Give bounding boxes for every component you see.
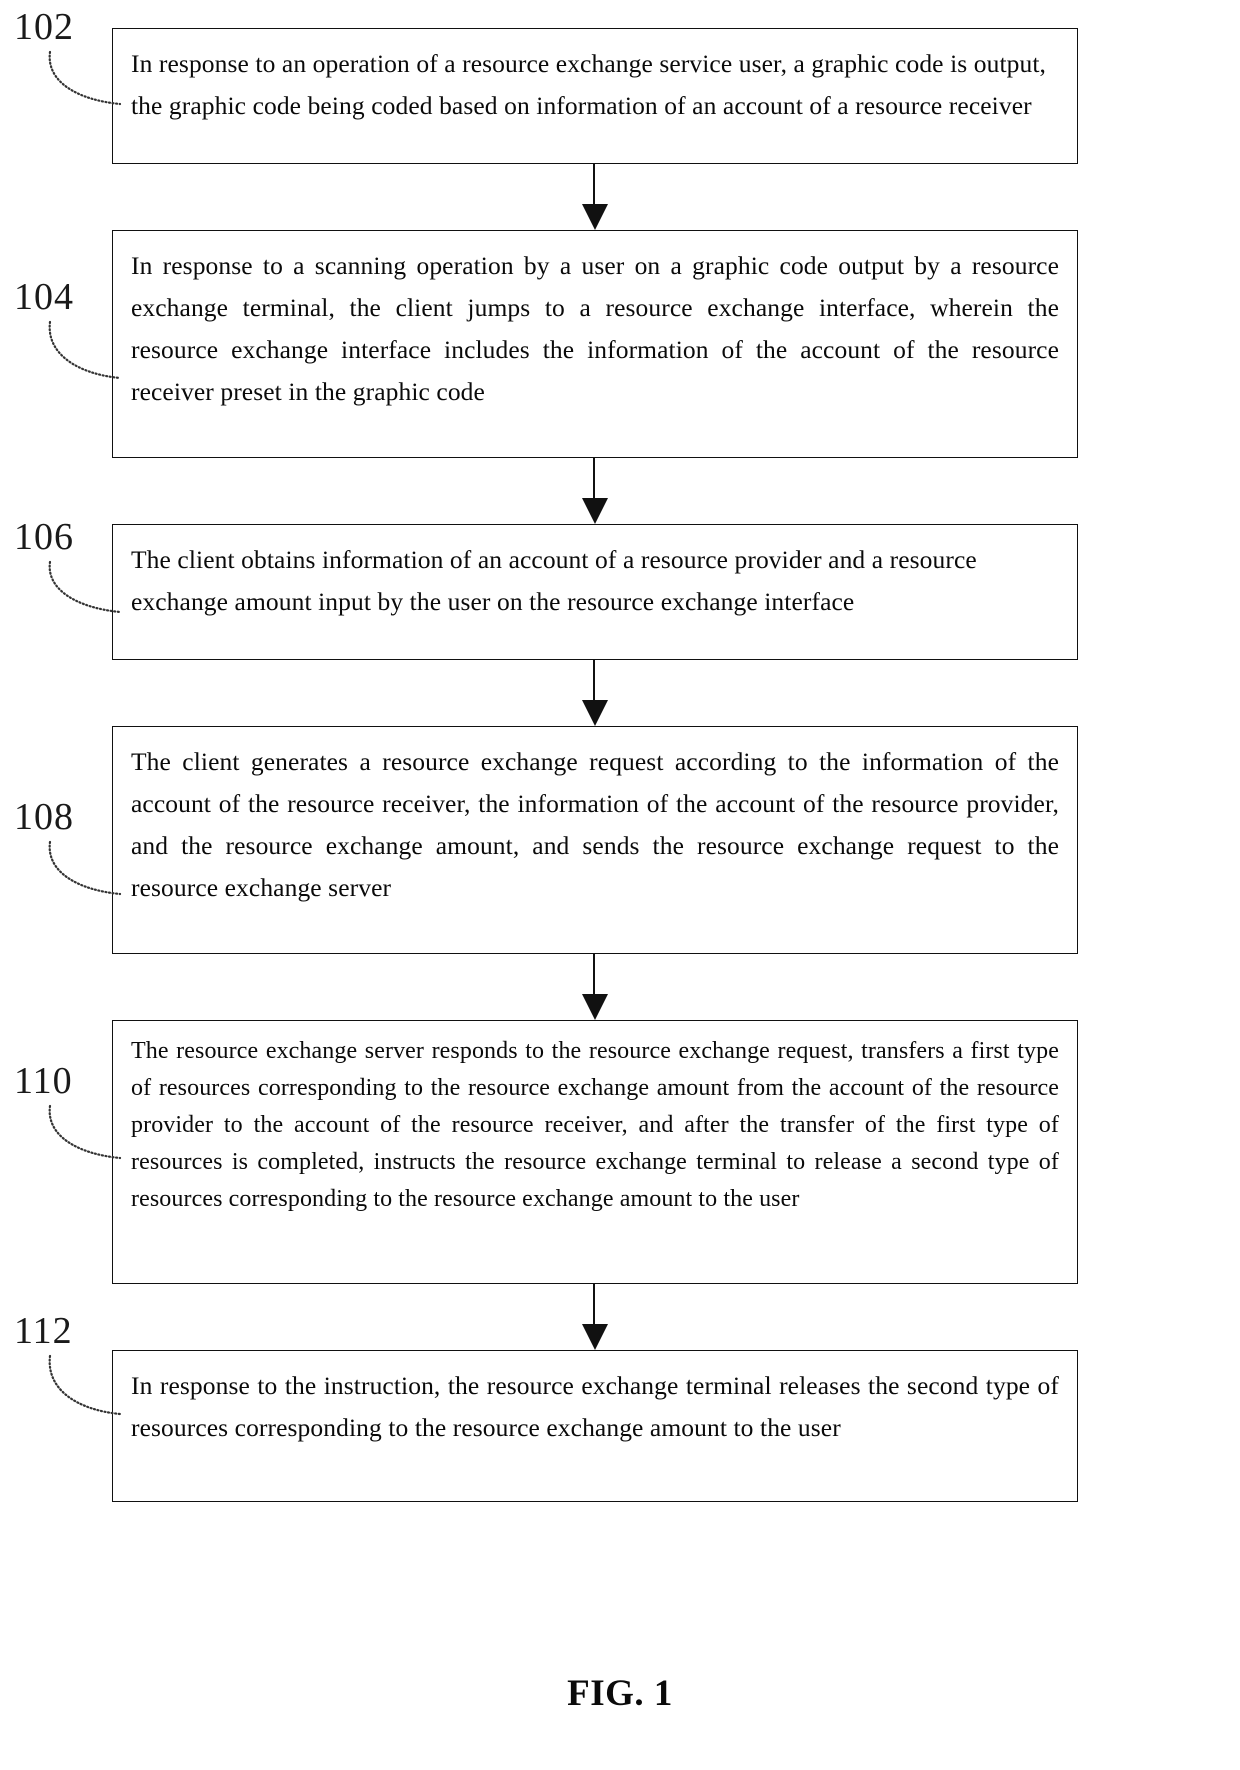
- flow-step-106: The client obtains information of an acc…: [112, 524, 1078, 660]
- flow-step-110: The resource exchange server responds to…: [112, 1020, 1078, 1284]
- connector-shaft: [593, 164, 595, 208]
- reference-numeral-112: 112: [14, 1310, 73, 1352]
- reference-numeral-106: 106: [14, 516, 74, 558]
- down-arrow-icon: [582, 700, 608, 726]
- flow-step-102-text: In response to an operation of a resourc…: [131, 49, 1046, 120]
- leader-line-102: [48, 50, 122, 106]
- connector-108-to-110: [112, 954, 1078, 1020]
- leader-line-110: [48, 1104, 122, 1160]
- connector-110-to-112: [112, 1284, 1078, 1350]
- connector-shaft: [593, 1284, 595, 1328]
- flow-step-112: In response to the instruction, the reso…: [112, 1350, 1078, 1502]
- connector-104-to-106: [112, 458, 1078, 524]
- flow-step-102: In response to an operation of a resourc…: [112, 28, 1078, 164]
- leader-line-112: [48, 1354, 122, 1416]
- connector-106-to-108: [112, 660, 1078, 726]
- flow-step-104-text: In response to a scanning operation by a…: [131, 251, 1059, 406]
- connector-shaft: [593, 954, 595, 998]
- connector-102-to-104: [112, 164, 1078, 230]
- figure-caption: FIG. 1: [567, 1673, 673, 1714]
- connector-shaft: [593, 660, 595, 704]
- leader-line-106: [48, 560, 122, 614]
- reference-numeral-108: 108: [14, 796, 74, 838]
- down-arrow-icon: [582, 994, 608, 1020]
- down-arrow-icon: [582, 204, 608, 230]
- down-arrow-icon: [582, 1324, 608, 1350]
- flowchart-column: In response to an operation of a resourc…: [112, 28, 1078, 1502]
- reference-numeral-102: 102: [14, 6, 74, 48]
- connector-shaft: [593, 458, 595, 502]
- flow-step-108-text: The client generates a resource exchange…: [131, 747, 1059, 902]
- reference-numeral-104: 104: [14, 276, 74, 318]
- leader-line-104: [48, 320, 122, 380]
- flow-step-106-text: The client obtains information of an acc…: [131, 545, 977, 616]
- flow-step-112-text: In response to the instruction, the reso…: [131, 1371, 1059, 1442]
- reference-numeral-110: 110: [14, 1060, 73, 1102]
- down-arrow-icon: [582, 498, 608, 524]
- patent-figure-page: In response to an operation of a resourc…: [0, 0, 1240, 1770]
- flow-step-108: The client generates a resource exchange…: [112, 726, 1078, 954]
- flow-step-110-text: The resource exchange server responds to…: [131, 1038, 1059, 1212]
- leader-line-108: [48, 840, 122, 896]
- flow-step-104: In response to a scanning operation by a…: [112, 230, 1078, 458]
